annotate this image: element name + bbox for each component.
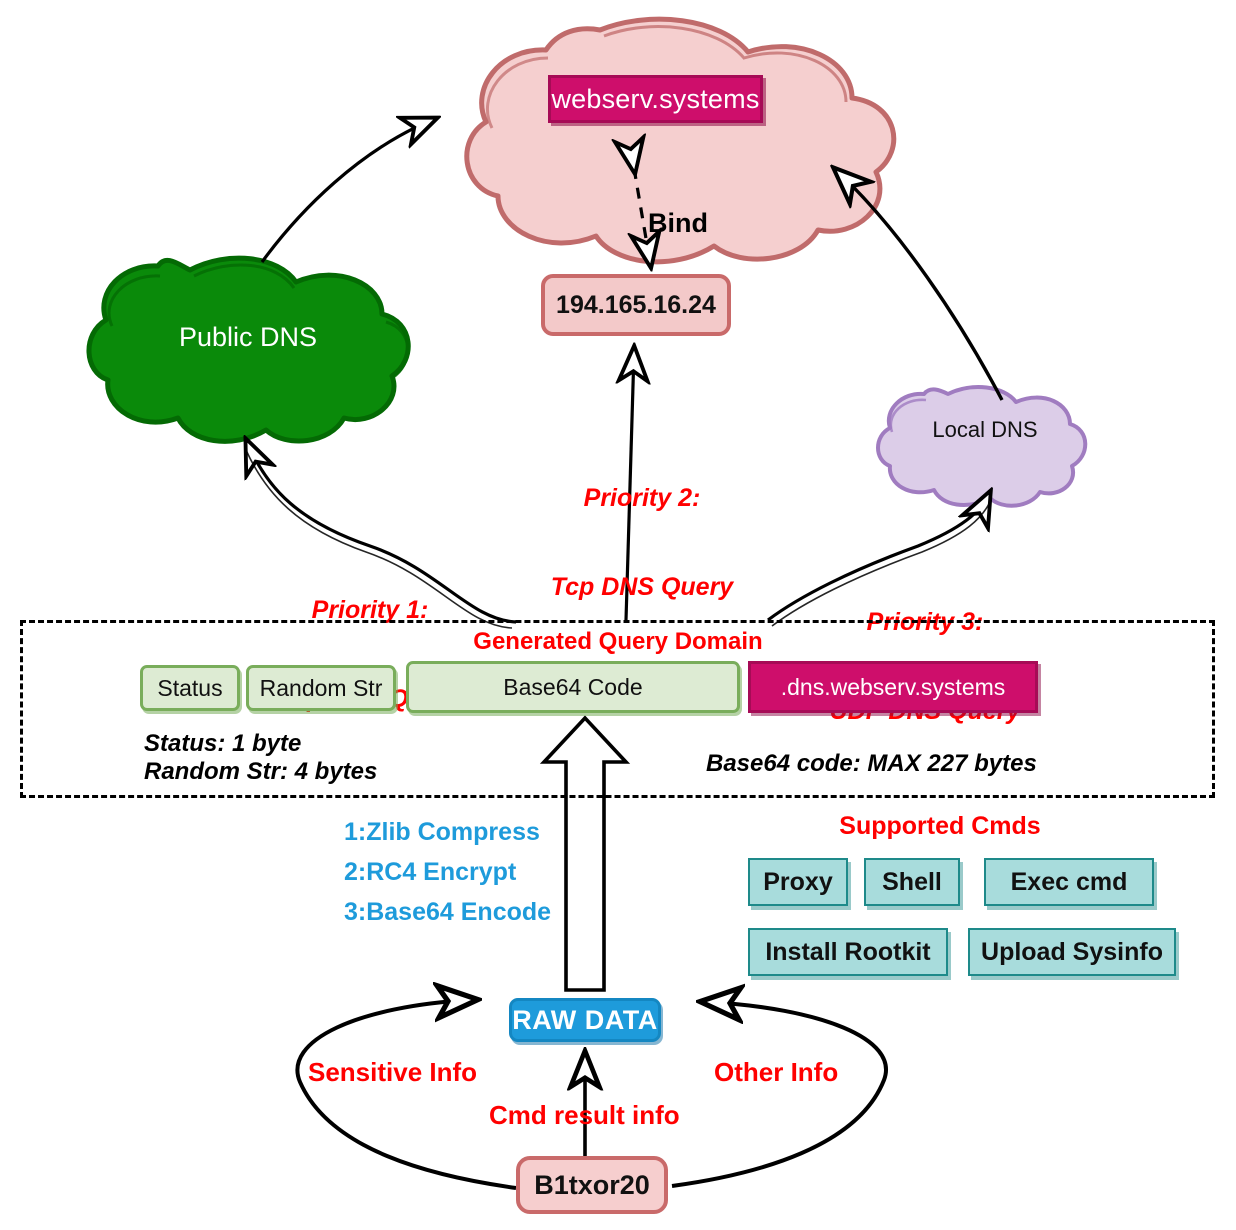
arrow-localdns-to-webserv (838, 172, 1004, 401)
query-domain-notes-right: Base64 code: MAX 227 bytes (706, 750, 1037, 777)
arrow-sensitive-info (295, 1000, 517, 1190)
other-info-label: Other Info (714, 1057, 839, 1087)
segment-random-str: Random Str (246, 665, 396, 711)
b1txor20-label: B1txor20 (534, 1169, 650, 1200)
ip-address-label: 194.165.16.24 (556, 290, 716, 319)
supported-cmds-title: Supported Cmds (839, 812, 1041, 840)
cmd-result-info-label: Cmd result info (489, 1100, 680, 1130)
diagram-canvas: webserv.systems Public DNS Local DNS Bin… (0, 0, 1236, 1230)
cmd-proxy-label: Proxy (763, 867, 833, 896)
priority-2-line1: Priority 2: (583, 484, 701, 512)
segment-status-label: Status (157, 674, 223, 701)
cmd-proxy[interactable]: Proxy (748, 858, 848, 906)
webserv-systems-box: webserv.systems (548, 75, 763, 123)
arrow-publicdns-to-webserv (260, 120, 432, 263)
cloud-local-dns-shape (876, 385, 1088, 508)
bind-label: Bind (648, 208, 708, 238)
segment-random-str-label: Random Str (259, 674, 383, 701)
generated-query-domain-title: Generated Query Domain (473, 628, 763, 655)
segment-domain-suffix: .dns.webserv.systems (748, 661, 1038, 713)
b1txor20-box: B1txor20 (516, 1156, 668, 1214)
encoding-step-3: 3:Base64 Encode (344, 898, 552, 926)
encoding-step-2: 2:RC4 Encrypt (344, 858, 517, 886)
encoding-step-1: 1:Zlib Compress (344, 818, 540, 846)
cmd-shell-label: Shell (882, 867, 942, 896)
cmd-exec-cmd[interactable]: Exec cmd (984, 858, 1154, 906)
arrow-other-info (671, 1002, 888, 1188)
local-dns-label: Local DNS (932, 417, 1038, 442)
public-dns-label: Public DNS (178, 322, 318, 352)
cmd-upload-sysinfo-label: Upload Sysinfo (981, 937, 1163, 966)
sensitive-info-label: Sensitive Info (308, 1057, 478, 1087)
cmd-exec-cmd-label: Exec cmd (1010, 867, 1128, 896)
cmd-upload-sysinfo[interactable]: Upload Sysinfo (968, 928, 1176, 976)
segment-domain-suffix-label: .dns.webserv.systems (780, 673, 1006, 700)
cmd-install-rootkit[interactable]: Install Rootkit (748, 928, 948, 976)
segment-status: Status (140, 665, 240, 711)
segment-base64-code: Base64 Code (406, 661, 740, 713)
raw-data-box: RAW DATA (509, 998, 661, 1042)
cmd-install-rootkit-label: Install Rootkit (765, 937, 931, 966)
cmd-shell[interactable]: Shell (864, 858, 960, 906)
segment-base64-code-label: Base64 Code (503, 673, 643, 700)
priority-2-line2: Tcp DNS Query (550, 572, 734, 601)
webserv-systems-label: webserv.systems (551, 83, 760, 114)
ip-address-box: 194.165.16.24 (541, 274, 731, 336)
raw-data-label: RAW DATA (512, 1004, 658, 1035)
query-domain-notes-left: Status: 1 byte Random Str: 4 bytes (144, 730, 378, 786)
